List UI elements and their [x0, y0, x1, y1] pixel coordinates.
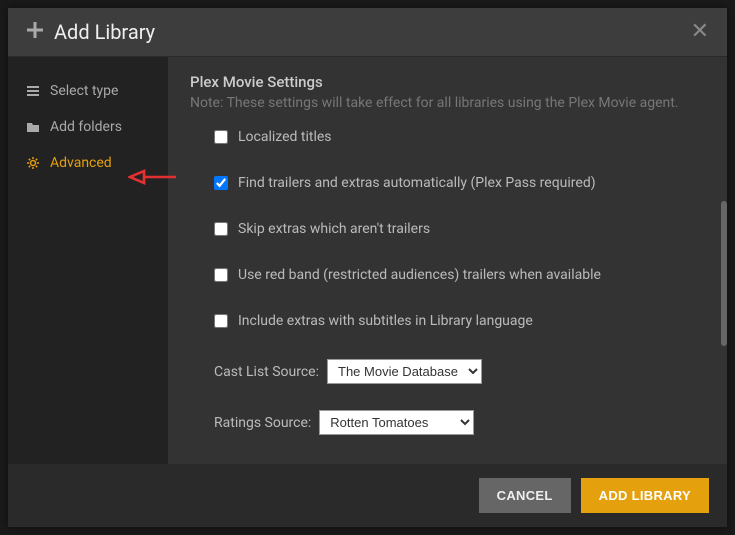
- check-label: Localized titles: [238, 129, 332, 145]
- cancel-button[interactable]: CANCEL: [479, 478, 571, 513]
- sidebar-item-advanced[interactable]: Advanced: [8, 145, 168, 181]
- list-icon: [24, 84, 42, 98]
- check-label: Skip extras which aren't trailers: [238, 221, 430, 237]
- content-panel: Plex Movie Settings Note: These settings…: [168, 57, 727, 464]
- check-skip-extras[interactable]: Skip extras which aren't trailers: [214, 221, 705, 237]
- folder-icon: [24, 121, 42, 133]
- sidebar-item-label: Add folders: [50, 119, 122, 135]
- sidebar-item-select-type[interactable]: Select type: [8, 73, 168, 109]
- sidebar: Select type Add folders Advanced: [8, 57, 168, 464]
- sidebar-item-add-folders[interactable]: Add folders: [8, 109, 168, 145]
- select-label: Cast List Source:: [214, 364, 319, 380]
- content-title: Plex Movie Settings: [190, 73, 705, 91]
- check-label: Find trailers and extras automatically (…: [238, 175, 596, 191]
- modal-footer: CANCEL ADD LIBRARY: [8, 464, 727, 527]
- check-label: Use red band (restricted audiences) trai…: [238, 267, 601, 283]
- select-label: Ratings Source:: [214, 415, 311, 431]
- gear-icon: [24, 156, 42, 170]
- select-row-cast-list: Cast List Source: The Movie Database: [214, 359, 705, 384]
- modal-add-library: Add Library ✕ Select type Add folders: [8, 8, 727, 527]
- check-red-band[interactable]: Use red band (restricted audiences) trai…: [214, 267, 705, 283]
- select-ratings-source[interactable]: Rotten Tomatoes: [319, 410, 474, 435]
- sidebar-item-label: Select type: [50, 83, 118, 99]
- check-localized-titles[interactable]: Localized titles: [214, 129, 705, 145]
- checkbox-trailers-extras[interactable]: [214, 176, 228, 190]
- checkbox-subtitles[interactable]: [214, 314, 228, 328]
- close-icon[interactable]: ✕: [691, 21, 709, 43]
- sidebar-item-label: Advanced: [50, 155, 112, 171]
- modal-header: Add Library ✕: [8, 8, 727, 57]
- checkbox-red-band[interactable]: [214, 268, 228, 282]
- modal-title: Add Library: [54, 20, 691, 44]
- checkbox-localized-titles[interactable]: [214, 130, 228, 144]
- select-row-ratings: Ratings Source: Rotten Tomatoes: [214, 410, 705, 435]
- scrollbar-thumb[interactable]: [721, 201, 727, 346]
- select-cast-list-source[interactable]: The Movie Database: [327, 359, 482, 384]
- checkbox-skip-extras[interactable]: [214, 222, 228, 236]
- plus-icon: [26, 21, 44, 44]
- content-note: Note: These settings will take effect fo…: [190, 95, 705, 111]
- modal-body: Select type Add folders Advanced Plex Mo…: [8, 57, 727, 464]
- check-trailers-extras[interactable]: Find trailers and extras automatically (…: [214, 175, 705, 191]
- add-library-button[interactable]: ADD LIBRARY: [581, 478, 709, 513]
- check-label: Include extras with subtitles in Library…: [238, 313, 533, 329]
- check-subtitles[interactable]: Include extras with subtitles in Library…: [214, 313, 705, 329]
